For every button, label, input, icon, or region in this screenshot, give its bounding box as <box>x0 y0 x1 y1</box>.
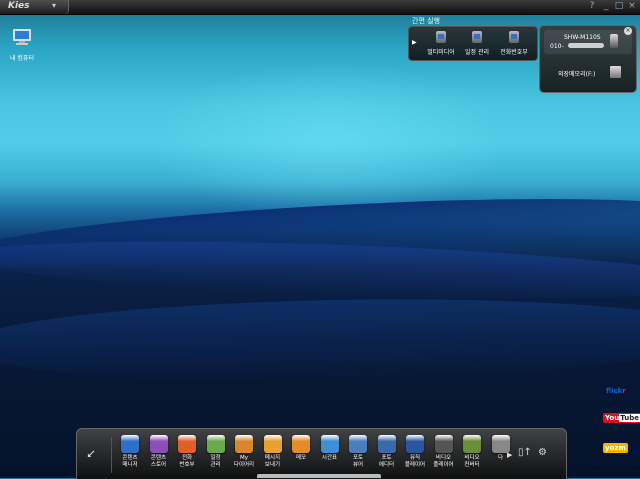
external-memory-label[interactable]: 외장메모리(F:) <box>558 69 595 78</box>
app-icon <box>463 435 481 453</box>
app-icon <box>235 435 253 453</box>
device-number-redacted <box>568 43 604 48</box>
dock-item[interactable]: My 다이어리 <box>229 435 259 469</box>
desktop-icon-label: 내 컴퓨터 <box>10 55 34 62</box>
dock-item[interactable]: 시간표 <box>315 435 345 462</box>
computer-icon <box>13 29 31 45</box>
dock-item-label: 콘텐츠 스토어 <box>150 455 167 468</box>
app-icon <box>434 435 453 453</box>
youtube-text: You <box>605 414 620 422</box>
dock-item-label: 비디오 컨버터 <box>464 455 480 468</box>
collapse-arrow-icon[interactable]: ⭩ <box>87 447 95 462</box>
app-icon <box>377 435 396 453</box>
dock-item-label: My 다이어리 <box>233 455 255 468</box>
dock-item[interactable]: 일정 관리 <box>201 435 231 469</box>
dock-item[interactable]: 전화 번호부 <box>172 435 202 469</box>
dock-divider <box>111 437 112 473</box>
quick-launch-phonebook[interactable]: 전화번호부 <box>496 31 532 56</box>
dock-item-label: 뮤직 플레이어 <box>404 455 426 468</box>
dock-item-label: 비디오 플레이어 <box>433 455 454 468</box>
device-model: SHW-M110S <box>564 34 601 41</box>
app-icon <box>349 435 367 453</box>
play-arrow-icon[interactable]: ▶ <box>412 39 417 46</box>
quick-launch-title: 간편 실행 <box>412 17 440 25</box>
phone-media-icon <box>436 31 446 43</box>
dock-item-label: 메모 <box>295 455 307 461</box>
dock-item[interactable]: 비디오 컨버터 <box>457 435 487 469</box>
dock: ⭩ 콘텐츠 매니저 콘텐츠 스토어 전화 번호부 일정 관리 My 다이어리 메시지 보내… <box>76 428 567 479</box>
app-icon <box>263 435 282 453</box>
dock-item[interactable]: 메시지 보내기 <box>258 435 288 469</box>
memory-card-icon[interactable] <box>610 66 621 78</box>
phone-transfer-icon[interactable]: ▯↑ <box>518 447 532 458</box>
dock-item[interactable]: 뮤직 플레이어 <box>400 435 430 469</box>
calendar-sync-icon <box>472 31 482 43</box>
app-icon <box>121 435 139 453</box>
dock-item-label: 콘텐츠 매니저 <box>122 455 138 468</box>
quick-launch-panel: ▶ 멀티미디어 일정 관리 전화번호부 <box>408 26 538 61</box>
flickr-text-r: r <box>622 387 626 395</box>
quick-launch-label: 전화번호부 <box>500 49 528 56</box>
app-icon <box>178 435 196 453</box>
dock-item-label: 일정 관리 <box>210 455 221 468</box>
dock-item[interactable]: 비디오 플레이어 <box>429 435 459 469</box>
dock-item[interactable]: 포토 에디터 <box>372 435 402 469</box>
quick-launch-schedule[interactable]: 일정 관리 <box>459 31 495 56</box>
quick-launch-label: 멀티미디어 <box>427 49 455 56</box>
quick-launch-label: 일정 관리 <box>465 49 489 56</box>
phonebook-icon <box>509 31 519 43</box>
dock-item-label: 포토 에디터 <box>378 455 395 468</box>
youtube-logo[interactable]: YouTube <box>603 413 640 423</box>
device-panel: SHW-M110S 010- × 외장메모리(F:) <box>539 25 637 93</box>
device-number: 010- <box>550 43 564 50</box>
app-icon <box>406 435 424 453</box>
flickr-logo[interactable]: flickr <box>604 386 628 396</box>
dock-item-label: 메시지 보내기 <box>264 455 281 468</box>
minimize-icon[interactable]: _ <box>600 0 612 13</box>
app-icon <box>149 435 168 453</box>
yozm-logo[interactable]: yozm <box>603 443 628 453</box>
youtube-text-tube: Tube <box>619 414 640 422</box>
dock-item[interactable]: 메모 <box>286 435 316 462</box>
gear-icon[interactable]: ⚙ <box>538 447 547 458</box>
chevron-down-icon[interactable]: ▾ <box>52 1 56 10</box>
app-menu-tab[interactable]: Kies ▾ <box>0 0 69 14</box>
app-name: Kies <box>8 1 30 11</box>
app-icon <box>292 435 310 453</box>
dock-item-label: 시간표 <box>321 455 338 461</box>
maximize-icon[interactable]: □ <box>613 0 625 13</box>
dock-item[interactable]: 포토 뷰어 <box>343 435 373 469</box>
play-arrow-icon[interactable]: ▶ <box>507 451 512 459</box>
dock-handle[interactable] <box>257 474 381 478</box>
desktop-icon-my-computer[interactable]: 내 컴퓨터 <box>2 28 42 62</box>
quick-launch-multimedia[interactable]: 멀티미디어 <box>423 31 459 56</box>
phone-icon <box>610 34 618 48</box>
app-icon <box>320 435 339 453</box>
app-icon <box>206 435 225 453</box>
dock-item[interactable]: 콘텐츠 매니저 <box>115 435 145 469</box>
dock-item-label: 포토 뷰어 <box>352 455 364 468</box>
help-icon[interactable]: ? <box>586 0 598 13</box>
flickr-text: flick <box>606 387 623 395</box>
dock-item-label: 전화 번호부 <box>179 455 195 468</box>
close-icon[interactable]: × <box>624 27 632 35</box>
wallpaper-glow <box>150 60 510 220</box>
close-icon[interactable]: × <box>626 0 638 13</box>
wallpaper-wave <box>0 293 640 387</box>
title-bar: Kies ▾ ? _ □ × <box>0 0 640 15</box>
dock-item[interactable]: 콘텐츠 스토어 <box>144 435 174 469</box>
